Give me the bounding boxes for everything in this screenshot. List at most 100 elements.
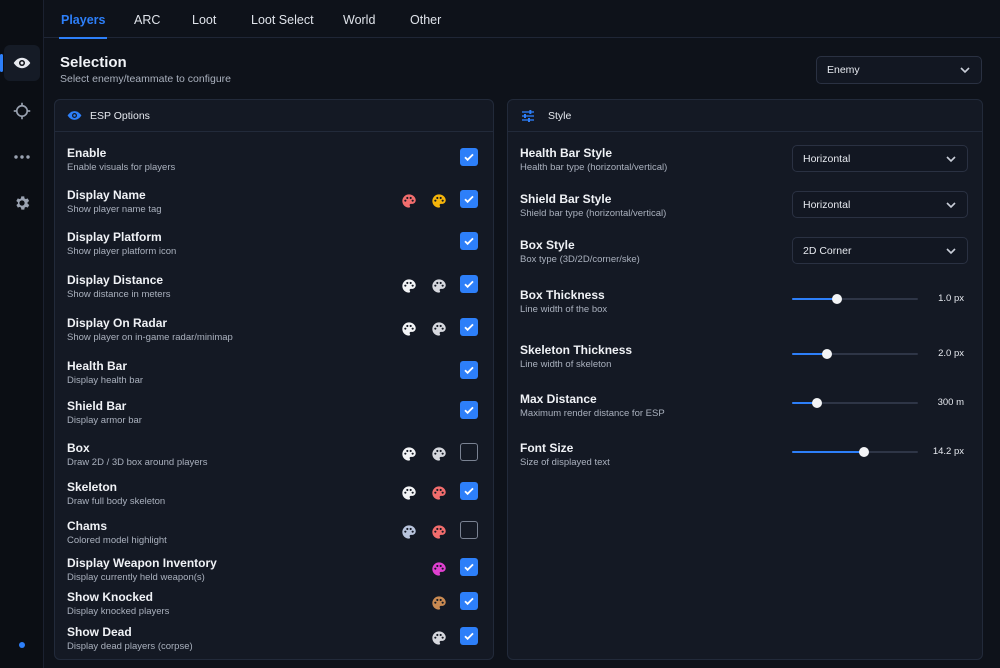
color-palette-icon[interactable] [431, 485, 447, 501]
style-slider[interactable] [792, 445, 918, 459]
checkbox-checked[interactable] [460, 190, 478, 208]
sidebar [0, 0, 44, 668]
chevron-down-icon [960, 67, 970, 74]
color-palette-icon[interactable] [431, 446, 447, 462]
sidebar-item-settings[interactable] [4, 185, 40, 221]
color-palette-icon[interactable] [431, 630, 447, 646]
slider-thumb[interactable] [832, 294, 843, 304]
more-icon [14, 155, 30, 159]
style-slider[interactable] [792, 347, 918, 361]
esp-row-desc: Show player name tag [67, 204, 162, 215]
checkbox-checked[interactable] [460, 592, 478, 610]
tab-loot[interactable]: Loot [192, 0, 216, 38]
slider-thumb[interactable] [812, 398, 823, 408]
crosshair-icon [13, 102, 31, 120]
checkbox-checked[interactable] [460, 232, 478, 250]
color-palette-icon[interactable] [431, 278, 447, 294]
sliders-icon [522, 109, 534, 122]
esp-row: Health Bar Display health bar [67, 359, 481, 386]
sidebar-item-visuals[interactable] [0, 45, 40, 81]
color-palette-icon[interactable] [431, 524, 447, 540]
esp-row: Display Distance Show distance in meters [67, 273, 481, 300]
slider-thumb[interactable] [858, 447, 869, 457]
slider-thumb[interactable] [822, 349, 833, 359]
slider-value: 1.0 px [938, 293, 964, 304]
chevron-down-icon [946, 156, 956, 163]
checkbox-checked[interactable] [460, 401, 478, 419]
esp-row-desc: Display knocked players [67, 606, 170, 617]
checkbox-checked[interactable] [460, 627, 478, 645]
style-panel: Style Health Bar Style Health bar type (h… [507, 99, 983, 660]
esp-options-panel: ESP Options Enable Enable visuals for pla… [54, 99, 494, 660]
style-select[interactable]: Horizontal [792, 191, 968, 218]
esp-row-desc: Display armor bar [67, 415, 142, 426]
style-slider[interactable] [792, 396, 918, 410]
checkbox-unchecked[interactable] [460, 443, 478, 461]
esp-row-label: Shield Bar [67, 399, 127, 413]
esp-row: Skeleton Draw full body skeleton [67, 480, 481, 507]
esp-options-title: ESP Options [90, 109, 150, 122]
checkbox-unchecked[interactable] [460, 521, 478, 539]
esp-row-label: Display On Radar [67, 316, 168, 330]
esp-row: Show Knocked Display knocked players [67, 590, 481, 617]
tab-other[interactable]: Other [410, 0, 441, 38]
tab-loot-select[interactable]: Loot Select [251, 0, 314, 38]
esp-row-label: Skeleton [67, 480, 118, 494]
checkbox-checked[interactable] [460, 275, 478, 293]
style-select[interactable]: 2D Corner [792, 237, 968, 264]
slider-value: 2.0 px [938, 348, 964, 359]
esp-row: Display Weapon Inventory Display currentl… [67, 556, 481, 583]
esp-row: Chams Colored model highlight [67, 519, 481, 546]
style-header: Style [508, 100, 982, 132]
color-palette-icon[interactable] [431, 561, 447, 577]
esp-row-label: Enable [67, 146, 107, 160]
color-palette-icon[interactable] [431, 595, 447, 611]
tab-arc[interactable]: ARC [134, 0, 160, 38]
esp-row-desc: Enable visuals for players [67, 162, 176, 173]
color-palette-icon[interactable] [401, 446, 417, 462]
selection-title: Selection [60, 54, 127, 71]
esp-row-desc: Display currently held weapon(s) [67, 572, 205, 583]
target-select-value: Enemy [827, 64, 860, 76]
color-palette-icon[interactable] [431, 193, 447, 209]
esp-row-label: Show Dead [67, 625, 132, 639]
style-select[interactable]: Horizontal [792, 145, 968, 172]
sidebar-item-aim[interactable] [4, 93, 40, 129]
esp-row-label: Display Platform [67, 230, 162, 244]
slider-fill [792, 298, 838, 300]
esp-row-label: Chams [67, 519, 108, 533]
style-slider[interactable] [792, 292, 918, 306]
esp-row: Display Name Show player name tag [67, 188, 481, 215]
eye-icon [13, 57, 31, 69]
eye-icon [67, 111, 82, 120]
checkbox-checked[interactable] [460, 482, 478, 500]
target-select[interactable]: Enemy [816, 56, 982, 84]
color-palette-icon[interactable] [431, 321, 447, 337]
esp-row-desc: Display dead players (corpse) [67, 641, 193, 652]
color-palette-icon[interactable] [401, 321, 417, 337]
esp-row-desc: Show player on in-game radar/minimap [67, 332, 233, 343]
esp-row: Show Dead Display dead players (corpse) [67, 625, 481, 652]
esp-row: Box Draw 2D / 3D box around players [67, 441, 481, 468]
slider-value: 300 m [937, 397, 964, 408]
esp-row: Enable Enable visuals for players [67, 146, 481, 173]
esp-row: Display On Radar Show player on in-game r… [67, 316, 481, 343]
checkbox-checked[interactable] [460, 361, 478, 379]
tab-world[interactable]: World [343, 0, 375, 38]
checkbox-checked[interactable] [460, 148, 478, 166]
esp-row-label: Show Knocked [67, 590, 154, 604]
checkbox-checked[interactable] [460, 558, 478, 576]
color-palette-icon[interactable] [401, 524, 417, 540]
esp-row-desc: Draw 2D / 3D box around players [67, 457, 208, 468]
tab-players[interactable]: Players [58, 0, 108, 39]
esp-row-label: Box [67, 441, 90, 455]
esp-row-desc: Show distance in meters [67, 289, 171, 300]
esp-row-label: Display Weapon Inventory [67, 556, 217, 570]
color-palette-icon[interactable] [401, 193, 417, 209]
esp-row-label: Display Name [67, 188, 146, 202]
esp-row-desc: Colored model highlight [67, 535, 167, 546]
checkbox-checked[interactable] [460, 318, 478, 336]
color-palette-icon[interactable] [401, 485, 417, 501]
color-palette-icon[interactable] [401, 278, 417, 294]
sidebar-item-misc[interactable] [4, 139, 40, 175]
